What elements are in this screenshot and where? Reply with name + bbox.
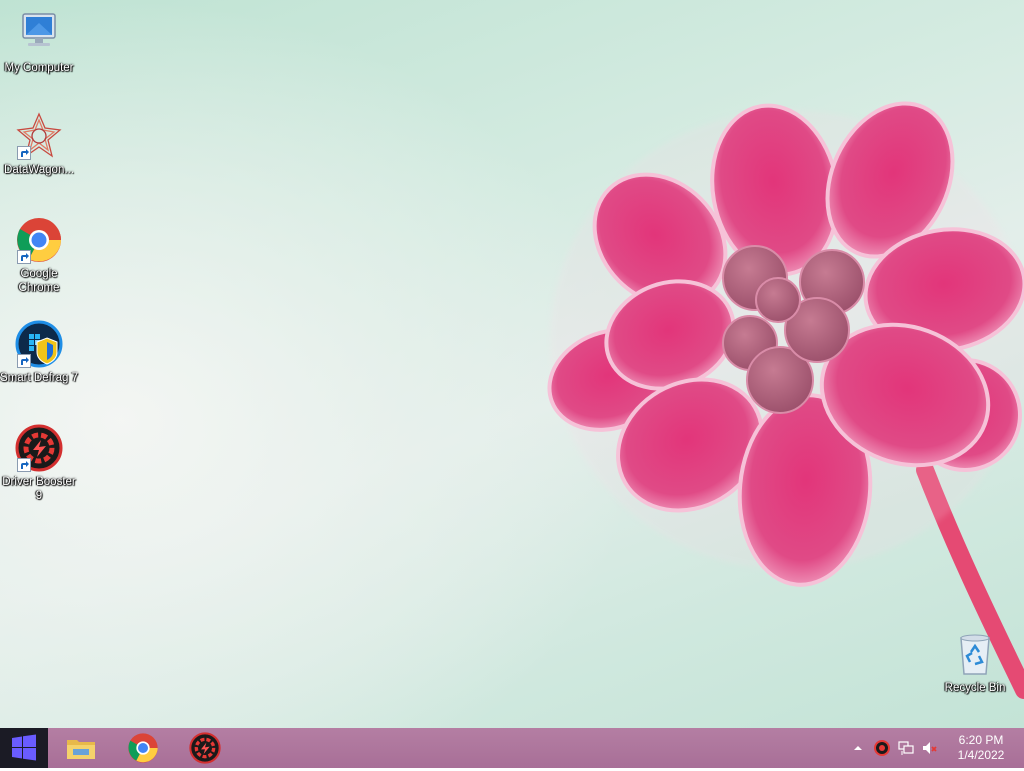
computer-icon xyxy=(15,10,63,58)
recycle-bin-icon xyxy=(951,630,999,678)
windows-logo-icon xyxy=(12,734,36,761)
desktop-icon-label: Driver Booster 9 xyxy=(2,476,76,502)
desktop-icon-recycle-bin[interactable]: Recycle Bin xyxy=(936,630,1014,695)
chrome-icon xyxy=(15,216,63,264)
clock-time: 6:20 PM xyxy=(958,733,1004,747)
chevron-up-icon[interactable] xyxy=(850,740,866,756)
desktop-icon-label: Google Chrome xyxy=(18,268,60,294)
system-clock[interactable]: 6:20 PM 1/4/2022 xyxy=(946,733,1016,763)
chrome-icon xyxy=(127,732,159,764)
desktop[interactable]: My Computer DataWagon... Google Chrome S… xyxy=(0,0,1024,728)
desktop-icon-smart-defrag[interactable]: Smart Defrag 7 xyxy=(0,320,78,385)
driver-booster-icon xyxy=(189,732,221,764)
folder-icon xyxy=(65,732,97,764)
taskbar-driver-booster[interactable] xyxy=(175,728,235,768)
desktop-icon-my-computer[interactable]: My Computer xyxy=(0,10,78,75)
shortcut-arrow-icon xyxy=(17,250,31,264)
volume-muted-icon[interactable] xyxy=(922,740,938,756)
desktop-icon-driver-booster[interactable]: Driver Booster 9 xyxy=(0,424,78,503)
shortcut-arrow-icon xyxy=(17,354,31,368)
taskbar-google-chrome[interactable] xyxy=(113,728,173,768)
clock-date: 1/4/2022 xyxy=(957,748,1005,762)
desktop-icon-google-chrome[interactable]: Google Chrome xyxy=(0,216,78,295)
desktop-icon-label: DataWagon... xyxy=(4,164,74,176)
driver-booster-tray-icon[interactable] xyxy=(874,740,890,756)
start-button[interactable] xyxy=(0,728,48,768)
taskbar-file-explorer[interactable] xyxy=(51,728,111,768)
datawagon-icon xyxy=(15,112,63,160)
taskbar: 6:20 PM 1/4/2022 xyxy=(0,728,1024,768)
wallpaper-flower xyxy=(547,101,1024,699)
shortcut-arrow-icon xyxy=(17,458,31,472)
driver-booster-icon xyxy=(15,424,63,472)
desktop-icon-label: Recycle Bin xyxy=(944,682,1006,694)
shortcut-arrow-icon xyxy=(17,146,31,160)
smart-defrag-icon xyxy=(15,320,63,368)
desktop-icon-datawagon[interactable]: DataWagon... xyxy=(0,112,78,177)
desktop-icon-label: Smart Defrag 7 xyxy=(0,372,78,384)
desktop-icon-label: My Computer xyxy=(4,62,74,74)
network-icon[interactable] xyxy=(898,740,914,756)
